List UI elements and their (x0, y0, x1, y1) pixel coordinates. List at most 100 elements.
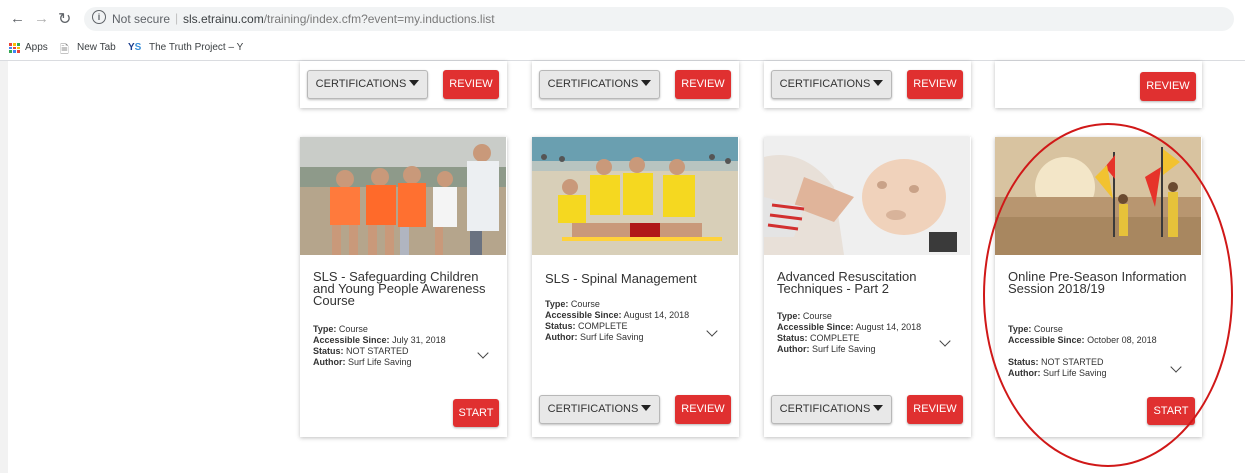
status-label: Status: (777, 333, 808, 343)
bookmark-apps[interactable]: Apps (25, 42, 48, 53)
review-button[interactable]: REVIEW (907, 395, 963, 424)
course-thumbnail (532, 137, 738, 255)
author-label: Author: (545, 332, 578, 342)
review-button[interactable]: REVIEW (675, 395, 731, 424)
course-author: Author: Surf Life Saving (1008, 368, 1107, 379)
course-status: Status: NOT STARTED (1008, 357, 1104, 368)
apps-grid-icon (9, 43, 20, 53)
certifications-button[interactable]: CERTIFICATIONS (771, 395, 892, 424)
certifications-label: CERTIFICATIONS (547, 78, 639, 90)
certifications-label: CERTIFICATIONS (779, 78, 871, 90)
accessible-value: July 31, 2018 (392, 335, 446, 345)
info-icon[interactable]: i (92, 10, 106, 24)
course-title[interactable]: SLS - Safeguarding Children and Young Pe… (313, 270, 493, 307)
course-author: Author: Surf Life Saving (777, 344, 876, 355)
status-value: COMPLETE (810, 333, 860, 343)
course-card-pre-season[interactable]: Online Pre-Season Information Session 20… (995, 137, 1202, 437)
type-label: Type: (313, 324, 337, 334)
course-title[interactable]: SLS - Spinal Management (545, 272, 725, 285)
url-path: /training/index.cfm?event=my.inductions.… (263, 12, 495, 26)
course-author: Author: Surf Life Saving (313, 357, 412, 368)
accessible-label: Accessible Since: (313, 335, 390, 345)
status-label: Status: (545, 321, 576, 331)
back-arrow-icon[interactable]: ← (10, 10, 25, 27)
type-value: Course (802, 311, 832, 321)
course-thumbnail (300, 137, 506, 255)
certifications-button[interactable]: CERTIFICATIONS (771, 70, 892, 99)
course-title[interactable]: Advanced Resuscitation Techniques - Part… (777, 270, 957, 295)
status-value: COMPLETE (578, 321, 628, 331)
course-type: Type: Course (313, 324, 368, 335)
review-button[interactable]: REVIEW (675, 70, 731, 99)
status-label: Status: (1008, 357, 1039, 367)
accessible-label: Accessible Since: (1008, 335, 1085, 345)
certifications-label: CERTIFICATIONS (547, 403, 639, 415)
caret-down-icon (641, 80, 652, 86)
course-title[interactable]: Online Pre-Season Information Session 20… (1008, 270, 1188, 295)
course-type: Type: Course (1008, 324, 1063, 335)
forward-arrow-icon[interactable]: → (34, 10, 49, 27)
course-card-top-2: CERTIFICATIONS REVIEW (532, 61, 739, 108)
beach-rescue-photo (532, 137, 738, 255)
author-value: Surf Life Saving (580, 332, 644, 342)
chevron-down-icon[interactable] (706, 325, 718, 337)
author-value: Surf Life Saving (348, 357, 412, 367)
caret-down-icon (409, 80, 420, 86)
course-card-top-3: CERTIFICATIONS REVIEW (764, 61, 971, 108)
status-value: NOT STARTED (346, 346, 409, 356)
type-label: Type: (1008, 324, 1032, 334)
course-thumbnail (764, 137, 970, 255)
author-label: Author: (313, 357, 346, 367)
lifeguards-photo (300, 137, 506, 255)
review-button[interactable]: REVIEW (907, 70, 963, 99)
course-card-top-4: REVIEW (995, 61, 1202, 108)
course-author: Author: Surf Life Saving (545, 332, 644, 343)
course-type: Type: Course (777, 311, 832, 322)
page-icon: 🗎 (60, 44, 69, 56)
cpr-manikin-photo (764, 137, 970, 255)
type-label: Type: (777, 311, 801, 321)
caret-down-icon (873, 405, 884, 411)
course-card-safeguarding[interactable]: SLS - Safeguarding Children and Young Pe… (300, 137, 507, 437)
start-button[interactable]: START (1147, 397, 1195, 425)
course-card-top-1: CERTIFICATIONS REVIEW (300, 61, 507, 108)
start-button[interactable]: START (453, 399, 499, 427)
ys-logo-icon: YS (128, 42, 142, 53)
beach-flags-photo (995, 137, 1201, 255)
certifications-button[interactable]: CERTIFICATIONS (539, 395, 660, 424)
not-secure-label: Not secure (112, 12, 171, 26)
url-host: sls.etrainu.com (183, 12, 264, 26)
type-value: Course (338, 324, 368, 334)
chevron-down-icon[interactable] (1170, 361, 1182, 373)
url-text[interactable]: sls.etrainu.com/training/index.cfm?event… (183, 12, 495, 26)
chevron-down-icon[interactable] (939, 335, 951, 347)
course-thumbnail (995, 137, 1201, 255)
author-label: Author: (777, 344, 810, 354)
certifications-button[interactable]: CERTIFICATIONS (307, 70, 428, 99)
course-status: Status: COMPLETE (777, 333, 860, 344)
type-value: Course (1033, 324, 1063, 334)
review-button[interactable]: REVIEW (443, 70, 499, 99)
certifications-button[interactable]: CERTIFICATIONS (539, 70, 660, 99)
author-value: Surf Life Saving (812, 344, 876, 354)
bookmark-new-tab[interactable]: New Tab (77, 42, 116, 53)
author-label: Author: (1008, 368, 1041, 378)
certifications-label: CERTIFICATIONS (315, 78, 407, 90)
bookmark-truth-project[interactable]: The Truth Project – Y (149, 42, 255, 53)
accessible-label: Accessible Since: (545, 310, 622, 320)
type-label: Type: (545, 299, 569, 309)
chevron-down-icon[interactable] (477, 347, 489, 359)
status-label: Status: (313, 346, 344, 356)
reload-icon[interactable]: ↻ (58, 9, 71, 29)
course-accessible-since: Accessible Since: October 08, 2018 (1008, 335, 1158, 346)
caret-down-icon (873, 80, 884, 86)
course-status: Status: NOT STARTED (313, 346, 409, 357)
course-card-advanced-resuscitation[interactable]: Advanced Resuscitation Techniques - Part… (764, 137, 971, 437)
course-accessible-since: Accessible Since: August 14, 2018 (777, 322, 921, 333)
certifications-label: CERTIFICATIONS (779, 403, 871, 415)
course-card-spinal-management[interactable]: SLS - Spinal Management Type: Course Acc… (532, 137, 739, 437)
review-button[interactable]: REVIEW (1140, 72, 1196, 101)
url-separator: | (175, 11, 179, 25)
type-value: Course (570, 299, 600, 309)
caret-down-icon (641, 405, 652, 411)
